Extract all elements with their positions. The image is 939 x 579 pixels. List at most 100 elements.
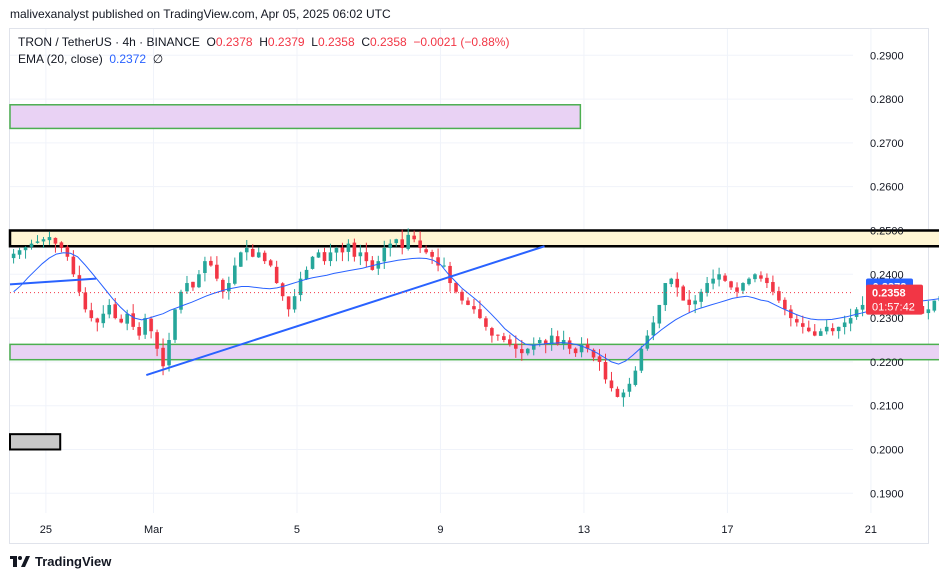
candle-body	[59, 242, 64, 249]
candle-body	[615, 388, 620, 397]
candle-body	[675, 278, 680, 288]
price-tick-label: 0.2300	[870, 313, 904, 325]
candle-body	[244, 248, 249, 253]
candle-body	[454, 282, 458, 292]
candle-body	[418, 240, 422, 249]
candle-body	[77, 275, 82, 292]
candle-body	[514, 344, 518, 349]
candle-body	[304, 269, 309, 280]
footer-brand[interactable]: TradingView	[10, 554, 111, 569]
candle-body	[490, 328, 494, 336]
candle-body	[789, 309, 793, 319]
candle-body	[484, 318, 488, 327]
price-tick-label: 0.2700	[870, 138, 904, 150]
symbol-name: TRON / TetherUS · 4h · BINANCE	[18, 35, 200, 49]
candle-body	[567, 340, 572, 349]
open-label: O	[206, 35, 216, 49]
price-tick-label: 0.2900	[870, 50, 904, 62]
tradingview-logo-icon	[10, 556, 30, 567]
candle-body	[250, 248, 255, 257]
candle-body	[669, 278, 674, 285]
candle-body	[699, 291, 703, 302]
candle-body	[292, 296, 297, 310]
candle-body	[155, 332, 159, 349]
candle-body	[663, 283, 668, 306]
price-tick-label: 0.2200	[870, 357, 904, 369]
candle-body	[89, 310, 94, 319]
low-label: L	[311, 35, 318, 49]
brand-name: TradingView	[35, 554, 112, 569]
candle-body	[466, 300, 470, 305]
candle-body	[681, 286, 686, 301]
time-tick-label: Mar	[144, 524, 163, 536]
candle-body	[406, 234, 410, 249]
candle-body	[35, 241, 40, 243]
price-zone	[8, 229, 939, 248]
time-tick-label: 9	[437, 524, 443, 536]
high-label: H	[259, 35, 268, 49]
candle-body	[125, 313, 129, 324]
time-tick-label: 5	[294, 524, 300, 536]
drawings	[9, 245, 545, 376]
candle-body	[609, 380, 614, 389]
candle-body	[519, 349, 524, 354]
candle-body	[765, 277, 769, 284]
low-value: 0.2358	[317, 35, 355, 49]
price-zone	[9, 104, 582, 130]
candle-body	[496, 334, 500, 336]
candle-body	[472, 306, 476, 310]
candle-body	[753, 274, 757, 280]
candle-body	[836, 326, 841, 332]
candle-body	[801, 323, 805, 327]
candle-body	[717, 274, 721, 280]
candle-body	[657, 304, 662, 324]
candle-body	[233, 265, 237, 284]
price-tick-label: 0.2100	[870, 401, 904, 413]
candle-body	[197, 274, 201, 288]
candle-body	[759, 275, 763, 279]
candle-body	[854, 309, 859, 317]
candle-body	[322, 252, 327, 262]
candle-body	[41, 239, 46, 242]
candle-body	[735, 287, 739, 292]
price-chart[interactable]: 0.29000.28000.27000.26000.25000.24000.23…	[0, 0, 939, 579]
candle-body	[502, 336, 506, 340]
candle-body	[167, 339, 171, 366]
candle-body	[621, 392, 626, 398]
candle-body	[131, 313, 135, 327]
candle-body	[830, 328, 835, 332]
candle-body	[729, 281, 733, 288]
open-value: 0.2378	[215, 35, 253, 49]
candle-body	[382, 248, 387, 262]
price-zone	[9, 343, 939, 361]
countdown-text: 01:57:42	[872, 302, 915, 314]
candle-body	[113, 304, 118, 319]
candle-body	[364, 252, 369, 262]
candle-body	[860, 304, 865, 310]
candle-body	[238, 252, 243, 267]
time-tick-label: 17	[721, 524, 733, 536]
candle-body	[227, 283, 231, 292]
candle-body	[394, 239, 399, 244]
time-axis: 25Mar5913172125Apr591317	[40, 524, 877, 536]
candle-body	[286, 296, 291, 310]
candle-body	[412, 235, 416, 240]
candle-body	[478, 309, 482, 319]
candle-body	[848, 318, 853, 324]
last-price-tag-text: 0.2358	[872, 288, 906, 300]
price-zone	[9, 433, 62, 451]
candle-body	[842, 322, 847, 328]
candle-body	[346, 243, 351, 252]
candle-body	[53, 237, 58, 244]
candle-body	[215, 264, 219, 279]
candle-body	[812, 331, 817, 336]
candle-body	[693, 300, 697, 305]
candle-body	[274, 266, 279, 284]
candle-body	[537, 339, 542, 344]
price-axis: 0.29000.28000.27000.26000.25000.24000.23…	[866, 50, 923, 500]
candle-body	[11, 253, 16, 259]
price-tick-label: 0.2600	[870, 182, 904, 194]
close-label: C	[361, 35, 370, 49]
close-value: 0.2358	[370, 35, 407, 49]
candle-body	[256, 252, 261, 258]
